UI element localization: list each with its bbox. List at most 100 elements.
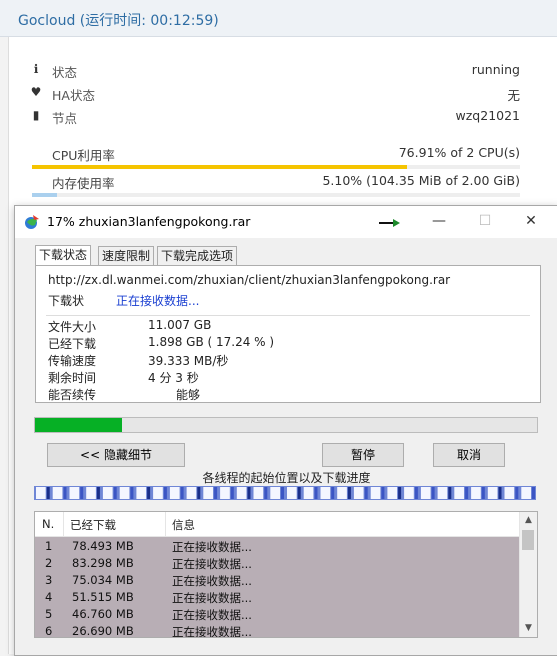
- stat-label: 状态: [52, 65, 78, 80]
- segment-marker: [465, 487, 469, 499]
- usage-label: 内存使用率: [52, 176, 115, 191]
- vertical-scrollbar[interactable]: ▲ ▼: [519, 512, 537, 637]
- table-row[interactable]: 4 51.515 MB 正在接收数据...: [35, 588, 519, 605]
- divider: [46, 315, 530, 316]
- title-bar[interactable]: 17% zhuxian3lanfengpokong.rar — ☐ ✕: [15, 206, 557, 238]
- stat-label: 节点: [52, 111, 78, 126]
- stat-label: HA状态: [52, 88, 95, 103]
- table-row[interactable]: 3 75.034 MB 正在接收数据...: [35, 571, 519, 588]
- thread-downloaded: 83.298 MB: [72, 556, 134, 570]
- segment-cell: [303, 487, 314, 499]
- segment-cell: [387, 487, 398, 499]
- stat-row-ha: ♥ HA状态 无: [28, 83, 520, 103]
- column-header-downloaded[interactable]: 已经下载: [70, 517, 116, 533]
- segment-marker: [96, 487, 100, 499]
- thread-number: 4: [45, 590, 53, 604]
- thread-info: 正在接收数据...: [172, 625, 252, 638]
- tab-speed-limit[interactable]: 速度限制: [98, 246, 155, 266]
- segment-marker: [297, 487, 301, 499]
- hide-details-button[interactable]: << 隐藏细节: [47, 443, 185, 467]
- segment-marker: [532, 487, 535, 499]
- segment-marker: [331, 487, 335, 499]
- stat-row-node: ▮ 节点 wzq21021: [28, 106, 520, 126]
- thread-downloaded: 46.760 MB: [72, 607, 134, 621]
- segment-marker: [448, 487, 452, 499]
- detail-value: 11.007 GB: [148, 318, 212, 332]
- segment-marker: [364, 487, 368, 499]
- table-row[interactable]: 1 78.493 MB 正在接收数据...: [35, 537, 519, 554]
- segment-marker: [431, 487, 435, 499]
- segment-marker: [230, 487, 234, 499]
- memory-usage: 内存使用率 5.10% (104.35 MiB of 2.00 GiB): [32, 169, 520, 197]
- close-button[interactable]: ✕: [508, 206, 554, 238]
- thread-info: 正在接收数据...: [172, 608, 252, 622]
- cancel-button[interactable]: 取消: [433, 443, 505, 467]
- segment-cell: [504, 487, 515, 499]
- detail-label: 传输速度: [48, 354, 97, 368]
- table-row[interactable]: 5 46.760 MB 正在接收数据...: [35, 605, 519, 622]
- segment-cell: [337, 487, 347, 499]
- minimize-button[interactable]: —: [416, 206, 462, 238]
- segment-cell: [404, 487, 414, 499]
- usage-value: 5.10% (104.35 MiB of 2.00 GiB): [322, 173, 520, 188]
- thread-downloaded: 78.493 MB: [72, 539, 134, 553]
- tab-completion-options[interactable]: 下载完成选项: [157, 246, 238, 266]
- stat-value: 无: [507, 88, 520, 103]
- segment-cell: [220, 487, 230, 499]
- segment-marker: [414, 487, 418, 499]
- scroll-down-icon[interactable]: ▼: [520, 620, 537, 637]
- segment-cell: [169, 487, 180, 499]
- segment-cell: [521, 487, 531, 499]
- detail-label: 文件大小: [48, 320, 97, 334]
- status-panel: http://zx.dl.wanmei.com/zhuxian/client/z…: [35, 265, 541, 403]
- thread-number: 5: [45, 607, 53, 621]
- segment-cell: [487, 487, 498, 499]
- usage-bar-fill: [32, 193, 57, 197]
- segment-cell: [320, 487, 331, 499]
- list-header: N. 已经下载 信息: [35, 512, 519, 537]
- thread-segments-bar: [34, 486, 536, 500]
- segment-cell: [471, 487, 481, 499]
- segment-cell: [454, 487, 464, 499]
- segment-marker: [515, 487, 519, 499]
- segment-cell: [52, 487, 63, 499]
- download-progress-bar: [34, 417, 538, 433]
- detail-value: 能够: [176, 388, 201, 402]
- column-divider: [165, 512, 166, 536]
- column-header-info[interactable]: 信息: [172, 517, 195, 533]
- page-title: Gocloud (运行时间: 00:12:59): [18, 13, 219, 29]
- tab-download-status[interactable]: 下载状态: [35, 245, 92, 267]
- thread-downloaded: 26.690 MB: [72, 624, 134, 638]
- cpu-usage: CPU利用率 76.91% of 2 CPU(s): [32, 141, 520, 169]
- segment-marker: [197, 487, 201, 499]
- segment-cell: [153, 487, 163, 499]
- stat-value: running: [471, 62, 520, 77]
- segment-marker: [281, 487, 284, 499]
- thread-info: 正在接收数据...: [172, 574, 252, 588]
- segment-marker: [214, 487, 218, 499]
- table-row[interactable]: 2 83.298 MB 正在接收数据...: [35, 554, 519, 571]
- column-header-n[interactable]: N.: [42, 517, 54, 531]
- table-row[interactable]: 6 26.690 MB 正在接收数据...: [35, 622, 519, 638]
- segment-cell: [287, 487, 297, 499]
- segment-marker: [113, 487, 117, 499]
- window-title: 17% zhuxian3lanfengpokong.rar: [47, 214, 251, 229]
- thread-list[interactable]: N. 已经下载 信息 1 78.493 MB 正在接收数据... 2 83.29…: [34, 511, 538, 638]
- maximize-button[interactable]: ☐: [462, 206, 508, 238]
- scroll-up-icon[interactable]: ▲: [520, 512, 537, 529]
- segment-cell: [36, 487, 46, 499]
- thread-info: 正在接收数据...: [172, 540, 252, 554]
- pause-button[interactable]: 暂停: [322, 443, 404, 467]
- usage-value: 76.91% of 2 CPU(s): [398, 145, 520, 160]
- segment-marker: [147, 487, 151, 499]
- segment-cell: [253, 487, 264, 499]
- segment-cell: [370, 487, 381, 499]
- arrow-icon: [379, 219, 400, 227]
- scroll-thumb[interactable]: [522, 530, 534, 550]
- thread-number: 6: [45, 624, 53, 638]
- detail-value: 4 分 3 秒: [148, 371, 199, 385]
- stat-value: wzq21021: [455, 108, 520, 123]
- segment-cell: [119, 487, 130, 499]
- detail-label: 剩余时间: [48, 371, 97, 385]
- stat-row-status: ℹ 状态 running: [28, 60, 520, 80]
